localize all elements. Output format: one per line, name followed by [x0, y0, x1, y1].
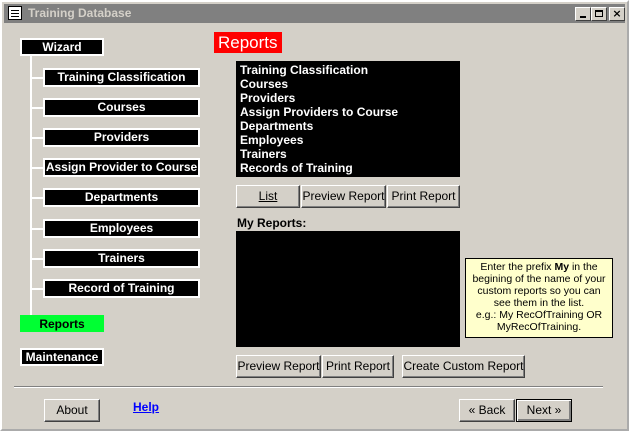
nav-reports[interactable]: Reports [20, 315, 104, 332]
maximize-icon[interactable] [591, 7, 607, 21]
nav-assign-provider-to-course[interactable]: Assign Provider to Course [43, 158, 200, 177]
my-preview-report-button[interactable]: Preview Report [236, 355, 321, 378]
hint-prefix: My [554, 261, 570, 273]
report-listbox[interactable]: Training Classification Courses Provider… [236, 61, 460, 177]
hint-text: e.g.: My RecOfTraining OR [475, 309, 603, 321]
hint-text: in the [569, 261, 598, 273]
about-button[interactable]: About [44, 399, 100, 422]
wizard-tree-line [30, 56, 32, 318]
tree-branch [30, 288, 44, 290]
tree-branch [30, 77, 44, 79]
list-item[interactable]: Assign Providers to Course [236, 105, 460, 119]
custom-report-hint: Enter the prefix My in the begining of t… [465, 258, 613, 338]
list-item[interactable]: Trainers [236, 147, 460, 161]
tree-branch [30, 197, 44, 199]
hint-text: see them in the list. [493, 297, 585, 309]
reports-title: Reports [214, 32, 282, 53]
my-reports-label: My Reports: [237, 216, 307, 230]
nav-record-of-training[interactable]: Record of Training [43, 279, 200, 298]
list-item[interactable]: Departments [236, 119, 460, 133]
nav-maintenance[interactable]: Maintenance [20, 348, 104, 366]
main-window: Training Database × Wizard Training Clas… [0, 0, 629, 431]
list-item[interactable]: Providers [236, 91, 460, 105]
nav-employees[interactable]: Employees [43, 219, 200, 238]
minimize-icon[interactable] [575, 7, 591, 21]
hint-text: begining of the name of your [472, 273, 606, 285]
list-button[interactable]: List [236, 185, 300, 208]
back-button[interactable]: « Back [459, 399, 515, 422]
footer-separator [14, 386, 603, 388]
close-icon[interactable]: × [609, 7, 625, 21]
next-button[interactable]: Next » [516, 399, 572, 422]
my-print-report-button[interactable]: Print Report [322, 355, 394, 378]
list-item[interactable]: Training Classification [236, 63, 460, 77]
preview-report-button[interactable]: Preview Report [301, 185, 386, 208]
tree-branch [30, 167, 44, 169]
tree-branch [30, 137, 44, 139]
print-report-button[interactable]: Print Report [387, 185, 460, 208]
form-icon[interactable] [8, 6, 22, 20]
list-item[interactable]: Employees [236, 133, 460, 147]
list-item[interactable]: Courses [236, 77, 460, 91]
nav-trainers[interactable]: Trainers [43, 249, 200, 268]
tree-branch [30, 228, 44, 230]
nav-providers[interactable]: Providers [43, 128, 200, 147]
nav-courses[interactable]: Courses [43, 98, 200, 117]
window-title: Training Database [28, 6, 132, 20]
wizard-button[interactable]: Wizard [20, 38, 104, 56]
help-link[interactable]: Help [133, 400, 159, 414]
nav-training-classification[interactable]: Training Classification [43, 68, 200, 87]
hint-text: MyRecOfTraining. [496, 321, 582, 333]
create-custom-report-button[interactable]: Create Custom Report [402, 355, 525, 378]
hint-text: custom reports so you can [477, 285, 601, 297]
nav-departments[interactable]: Departments [43, 188, 200, 207]
tree-branch [30, 107, 44, 109]
title-bar[interactable]: Training Database × [4, 4, 625, 23]
list-item[interactable]: Records of Training [236, 161, 460, 175]
my-reports-listbox[interactable] [236, 231, 460, 347]
hint-text: Enter the prefix [480, 261, 555, 273]
tree-branch [30, 258, 44, 260]
